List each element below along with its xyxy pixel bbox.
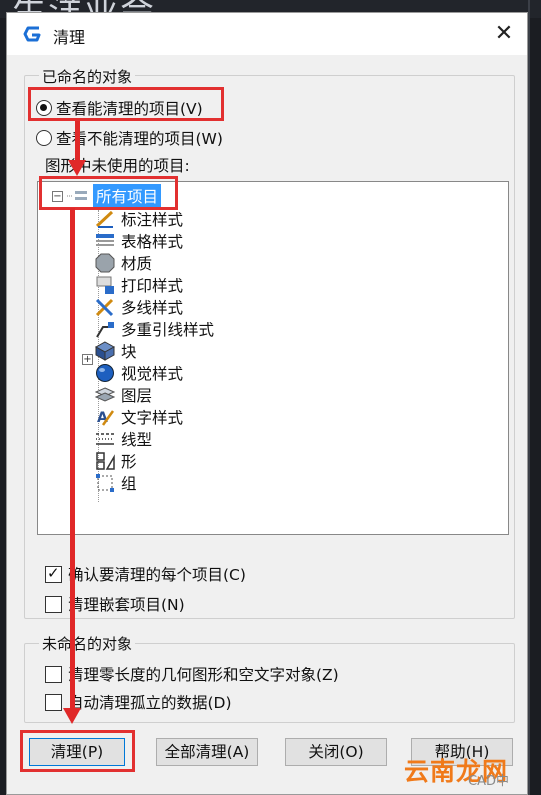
radio-button[interactable] [36, 130, 52, 146]
dimension-style-icon [94, 209, 115, 229]
radio-view-nonpurgeable[interactable]: 查看不能清理的项目(W) [36, 127, 223, 149]
purge-button[interactable]: 清理(P) [29, 738, 125, 766]
radio-button[interactable] [36, 100, 52, 116]
tree-item-material[interactable]: 材质 [94, 252, 152, 274]
checkbox[interactable] [45, 564, 62, 583]
checkbox[interactable] [45, 665, 62, 683]
unused-items-tree[interactable]: − 所有项目 标注样式 表格样式 材质 打印样式 多线样式 多重引线样式 + 块… [37, 181, 509, 535]
tree-item-label: 标注样式 [121, 211, 184, 229]
tree-label: 图形中未使用的项目: [45, 157, 190, 175]
radio-view-purgeable[interactable]: 查看能清理的项目(V) [36, 97, 203, 119]
confirm-each-item-label: 确认要清理的每个项目(C) [68, 566, 246, 584]
tree-item-visual-style[interactable]: 视觉样式 [94, 362, 183, 384]
tree-item-label: 图层 [121, 387, 153, 405]
layer-icon [94, 385, 115, 405]
material-icon [94, 253, 115, 273]
tree-item-plot-style[interactable]: 打印样式 [94, 274, 183, 296]
text-style-icon: A [94, 407, 115, 427]
radio-view-purgeable-label: 查看能清理的项目(V) [56, 100, 203, 118]
orphan-data-label: 自动清理孤立的数据(D) [68, 694, 232, 712]
tree-item-label: 多线样式 [121, 299, 184, 317]
zero-length-checkbox[interactable]: 清理零长度的几何图形和空文字对象(Z) [45, 663, 339, 685]
checkbox[interactable] [45, 595, 62, 613]
watermark-text: CAD中 [468, 774, 509, 789]
group-icon [94, 473, 115, 493]
table-style-icon [94, 231, 115, 251]
tree-item-label: 视觉样式 [121, 365, 184, 383]
tree-item-label: 线型 [121, 431, 153, 449]
purge-dialog: 清理 ✕ 已命名的对象 查看能清理的项目(V) 查看不能清理的项目(W) 图形中… [6, 12, 528, 795]
tree-item-table-style[interactable]: 表格样式 [94, 230, 183, 252]
block-icon [94, 341, 115, 361]
tree-root-label: 所有项目 [91, 183, 163, 209]
tree-item-text-style[interactable]: A 文字样式 [94, 406, 184, 428]
mleader-style-icon [94, 319, 115, 339]
close-button[interactable]: 关闭(O) [285, 738, 387, 766]
multiline-style-icon [94, 297, 115, 317]
zero-length-label: 清理零长度的几何图形和空文字对象(Z) [68, 666, 339, 684]
tree-item-label: 表格样式 [121, 233, 184, 251]
tree-root-item[interactable]: − 所有项目 [52, 183, 163, 209]
purge-nested-label: 清理嵌套项目(N) [68, 596, 185, 614]
tree-item-dimension-style[interactable]: 标注样式 [94, 208, 183, 230]
named-objects-label: 已命名的对象 [39, 66, 136, 87]
tree-item-mleader-style[interactable]: 多重引线样式 [94, 318, 214, 340]
dialog-title: 清理 [53, 28, 86, 47]
tree-item-label: 多重引线样式 [121, 321, 215, 339]
close-icon[interactable]: ✕ [487, 17, 521, 51]
radio-view-nonpurgeable-label: 查看不能清理的项目(W) [56, 130, 223, 148]
unnamed-objects-label: 未命名的对象 [39, 633, 136, 654]
tree-item-layer[interactable]: 图层 [94, 384, 152, 406]
collapse-icon[interactable]: − [52, 190, 63, 202]
visual-style-icon [94, 363, 115, 383]
checkbox[interactable] [45, 693, 62, 711]
tree-item-label: 形 [121, 453, 137, 471]
tree-item-multiline-style[interactable]: 多线样式 [94, 296, 183, 318]
linetype-icon [94, 429, 115, 449]
tree-item-label: 打印样式 [121, 277, 184, 295]
tree-item-label: 材质 [121, 255, 153, 273]
orphan-data-checkbox[interactable]: 自动清理孤立的数据(D) [45, 691, 232, 713]
plot-style-icon [94, 275, 115, 295]
tree-item-group[interactable]: 组 [94, 472, 137, 494]
confirm-each-item-checkbox[interactable]: 确认要清理的每个项目(C) [45, 563, 246, 585]
purge-all-button[interactable]: 全部清理(A) [156, 738, 258, 766]
gstarcad-logo-icon [23, 26, 41, 42]
tree-item-label: 文字样式 [121, 409, 184, 427]
title-bar: 清理 ✕ [7, 13, 527, 55]
background-line [528, 0, 530, 795]
tree-item-block[interactable]: 块 [94, 340, 137, 362]
drawing-items-icon [67, 191, 87, 200]
tree-item-linetype[interactable]: 线型 [94, 428, 152, 450]
shape-icon [94, 451, 115, 471]
purge-nested-checkbox[interactable]: 清理嵌套项目(N) [45, 593, 185, 615]
tree-item-label: 组 [121, 475, 137, 493]
tree-item-label: 块 [121, 343, 137, 361]
tree-item-shape[interactable]: 形 [94, 450, 137, 472]
expand-icon[interactable]: + [82, 354, 93, 365]
